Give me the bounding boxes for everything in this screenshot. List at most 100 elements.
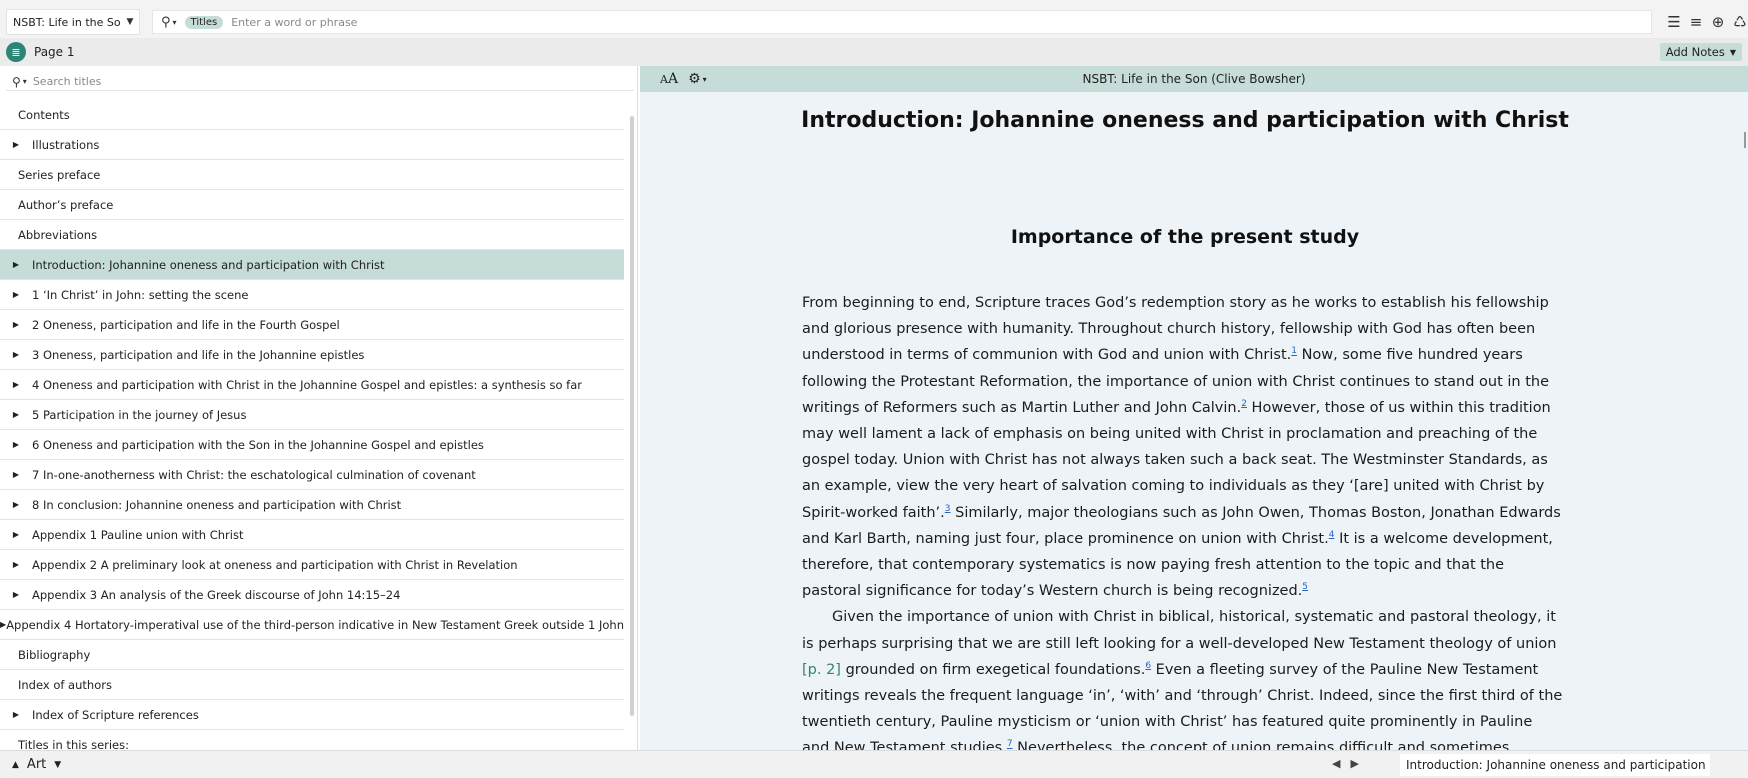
- search-options-caret-icon[interactable]: ▾: [23, 77, 27, 86]
- toc-item[interactable]: Index of authors: [0, 670, 624, 700]
- expand-triangle-icon[interactable]: ▶: [0, 500, 32, 509]
- toc-list: Contents ▶ Illustrations Series preface Auth…: [0, 100, 624, 750]
- expand-triangle-icon[interactable]: ▶: [0, 350, 32, 359]
- toc-item[interactable]: ▶ 3 Oneness, participation and life in th…: [0, 340, 624, 370]
- bottom-bar: ▲ Art ▼ ◀ ▶ Introduction: Johannine onen…: [0, 750, 1748, 778]
- toc-item-label: Titles in this series:: [18, 737, 130, 751]
- toc-item[interactable]: ▶ Appendix 4 Hortatory-imperatival use of…: [0, 610, 624, 640]
- footnote-link[interactable]: 5: [1302, 582, 1308, 592]
- expand-triangle-icon[interactable]: ▶: [0, 530, 32, 539]
- toc-item-label: Appendix 2 A preliminary look at oneness…: [32, 557, 518, 572]
- search-icon[interactable]: ⚲: [12, 75, 21, 89]
- toc-item-label: Bibliography: [18, 647, 91, 662]
- toc-item-label: Index of Scripture references: [32, 707, 199, 722]
- toc-item-label: Appendix 3 An analysis of the Greek disc…: [32, 587, 401, 602]
- reader-pane: AA ⚙ ▾ NSBT: Life in the Son (Clive Bows…: [640, 66, 1748, 750]
- expand-triangle-icon[interactable]: ▶: [0, 410, 32, 419]
- current-section-status[interactable]: Introduction: Johannine oneness and part…: [1400, 754, 1710, 776]
- panel-header: ≣ Page 1 Add Notes ▼: [0, 38, 1748, 66]
- panel-title: Page 1: [34, 45, 75, 59]
- toc-item[interactable]: ▶ Appendix 1 Pauline union with Christ: [0, 520, 624, 550]
- recycle-icon[interactable]: ♺: [1732, 14, 1748, 30]
- expand-triangle-icon[interactable]: ▶: [0, 260, 32, 269]
- search-type-pill[interactable]: Titles: [184, 15, 224, 29]
- toc-item[interactable]: ▶ Illustrations: [0, 130, 624, 160]
- toc-pane: ⚲ ▾ Search titles Contents ▶ Illustrations…: [0, 66, 638, 750]
- chevron-down-icon[interactable]: ▾: [703, 75, 707, 84]
- toc-item[interactable]: ▶ 2 Oneness, participation and life in th…: [0, 310, 624, 340]
- toc-item-label: Author’s preface: [18, 197, 114, 212]
- add-notes-label: Add Notes: [1665, 45, 1725, 59]
- chevron-down-icon[interactable]: ▼: [121, 17, 139, 27]
- toc-item-label: Contents: [18, 107, 70, 122]
- toc-item-label: Index of authors: [18, 677, 112, 692]
- text-run: grounded on firm exegetical foundations.: [840, 661, 1146, 678]
- toc-item[interactable]: Bibliography: [0, 640, 624, 670]
- expand-triangle-icon[interactable]: ▶: [0, 590, 32, 599]
- search-icon[interactable]: ⚲: [161, 15, 171, 30]
- menu-lines-icon[interactable]: ☰: [1666, 14, 1682, 30]
- expand-triangle-icon[interactable]: ▶: [0, 470, 32, 479]
- expand-triangle-icon[interactable]: ▶: [0, 320, 32, 329]
- toc-item[interactable]: ▶ Index of Scripture references: [0, 700, 624, 730]
- top-toolbar: NSBT: Life in the Son ▼ ⚲ ▾ Titles Enter…: [0, 6, 1748, 38]
- toc-item[interactable]: ▶ 6 Oneness and participation with the So…: [0, 430, 624, 460]
- text-size-button[interactable]: AA: [660, 71, 678, 87]
- toc-item-label: Appendix 4 Hortatory-imperatival use of …: [6, 617, 624, 632]
- expand-triangle-icon[interactable]: ▶: [0, 560, 32, 569]
- section-title: Importance of the present study: [1010, 226, 1360, 248]
- toc-item-label: Series preface: [18, 167, 101, 182]
- toc-item[interactable]: ▶ 5 Participation in the journey of Jesus: [0, 400, 624, 430]
- toc-item-label: 1 ‘In Christ’ in John: setting the scene: [32, 287, 249, 302]
- toc-item[interactable]: ▶ 1 ‘In Christ’ in John: setting the scen…: [0, 280, 624, 310]
- reader-scrollbar[interactable]: [1744, 132, 1746, 148]
- text-run: Given the importance of union with Chris…: [802, 609, 1557, 652]
- toc-item[interactable]: Author’s preface: [0, 190, 624, 220]
- toc-scrollbar[interactable]: [630, 116, 634, 716]
- expand-triangle-icon[interactable]: ▶: [0, 710, 32, 719]
- toc-item[interactable]: Series preface: [0, 160, 624, 190]
- add-circle-icon[interactable]: ⊕: [1710, 14, 1726, 30]
- chevron-down-icon[interactable]: ▼: [54, 760, 61, 770]
- expand-triangle-icon[interactable]: ▶: [0, 440, 32, 449]
- toc-item[interactable]: ▶ 7 In-one-anotherness with Christ: the e…: [0, 460, 624, 490]
- page-marker[interactable]: [p. 2]: [802, 662, 841, 678]
- expand-triangle-icon[interactable]: ▶: [0, 140, 32, 149]
- toc-item-label: 6 Oneness and participation with the Son…: [32, 437, 484, 452]
- layout-label[interactable]: Art: [27, 757, 46, 772]
- chevron-down-icon: ▼: [1729, 47, 1736, 57]
- toc-item[interactable]: Titles in this series:: [0, 730, 624, 751]
- toc-item[interactable]: Abbreviations: [0, 220, 624, 250]
- toc-item[interactable]: ▶ Appendix 2 A preliminary look at onenes…: [0, 550, 624, 580]
- toc-item[interactable]: Contents: [0, 100, 624, 130]
- back-arrow-icon[interactable]: ◀: [1332, 757, 1340, 770]
- toc-search[interactable]: ⚲ ▾ Search titles: [6, 73, 634, 91]
- search-bar[interactable]: ⚲ ▾ Titles Enter a word or phrase: [152, 10, 1652, 34]
- text-run: However, those of us within this traditi…: [802, 399, 1551, 521]
- toc-item[interactable]: ▶ 8 In conclusion: Johannine oneness and …: [0, 490, 624, 520]
- expand-triangle-icon[interactable]: ▶: [0, 380, 32, 389]
- gear-icon[interactable]: ⚙: [688, 71, 701, 87]
- toc-item-label: 5 Participation in the journey of Jesus: [32, 407, 247, 422]
- reader-title: NSBT: Life in the Son (Clive Bowsher): [1082, 72, 1306, 86]
- toc-item-label: 7 In-one-anotherness with Christ: the es…: [32, 467, 476, 482]
- app-window: NSBT: Life in the Son ▼ ⚲ ▾ Titles Enter…: [0, 0, 1748, 778]
- chapter-title: Introduction: Johannine oneness and part…: [801, 108, 1569, 133]
- chevron-up-icon[interactable]: ▲: [12, 760, 19, 770]
- toc-search-input[interactable]: Search titles: [33, 75, 102, 88]
- body-text: From beginning to end, Scripture traces …: [802, 290, 1564, 750]
- toc-item-label: 4 Oneness and participation with Christ …: [32, 377, 583, 392]
- toc-item[interactable]: ▶ 4 Oneness and participation with Christ…: [0, 370, 624, 400]
- search-input[interactable]: Enter a word or phrase: [231, 16, 357, 29]
- toc-item[interactable]: ▶ Introduction: Johannine oneness and par…: [0, 250, 624, 280]
- search-options-caret-icon[interactable]: ▾: [173, 18, 177, 27]
- expand-triangle-icon[interactable]: ▶: [0, 290, 32, 299]
- toc-item[interactable]: ▶ Appendix 3 An analysis of the Greek dis…: [0, 580, 624, 610]
- panel-menu-icon[interactable]: ≣: [6, 42, 26, 62]
- forward-arrow-icon[interactable]: ▶: [1350, 757, 1358, 770]
- resource-selector[interactable]: NSBT: Life in the Son ▼: [6, 9, 140, 35]
- toc-item-label: Illustrations: [32, 137, 100, 152]
- add-notes-button[interactable]: Add Notes ▼: [1659, 43, 1742, 61]
- paragraph-1: From beginning to end, Scripture traces …: [802, 290, 1564, 604]
- outline-icon[interactable]: ≡: [1688, 14, 1704, 30]
